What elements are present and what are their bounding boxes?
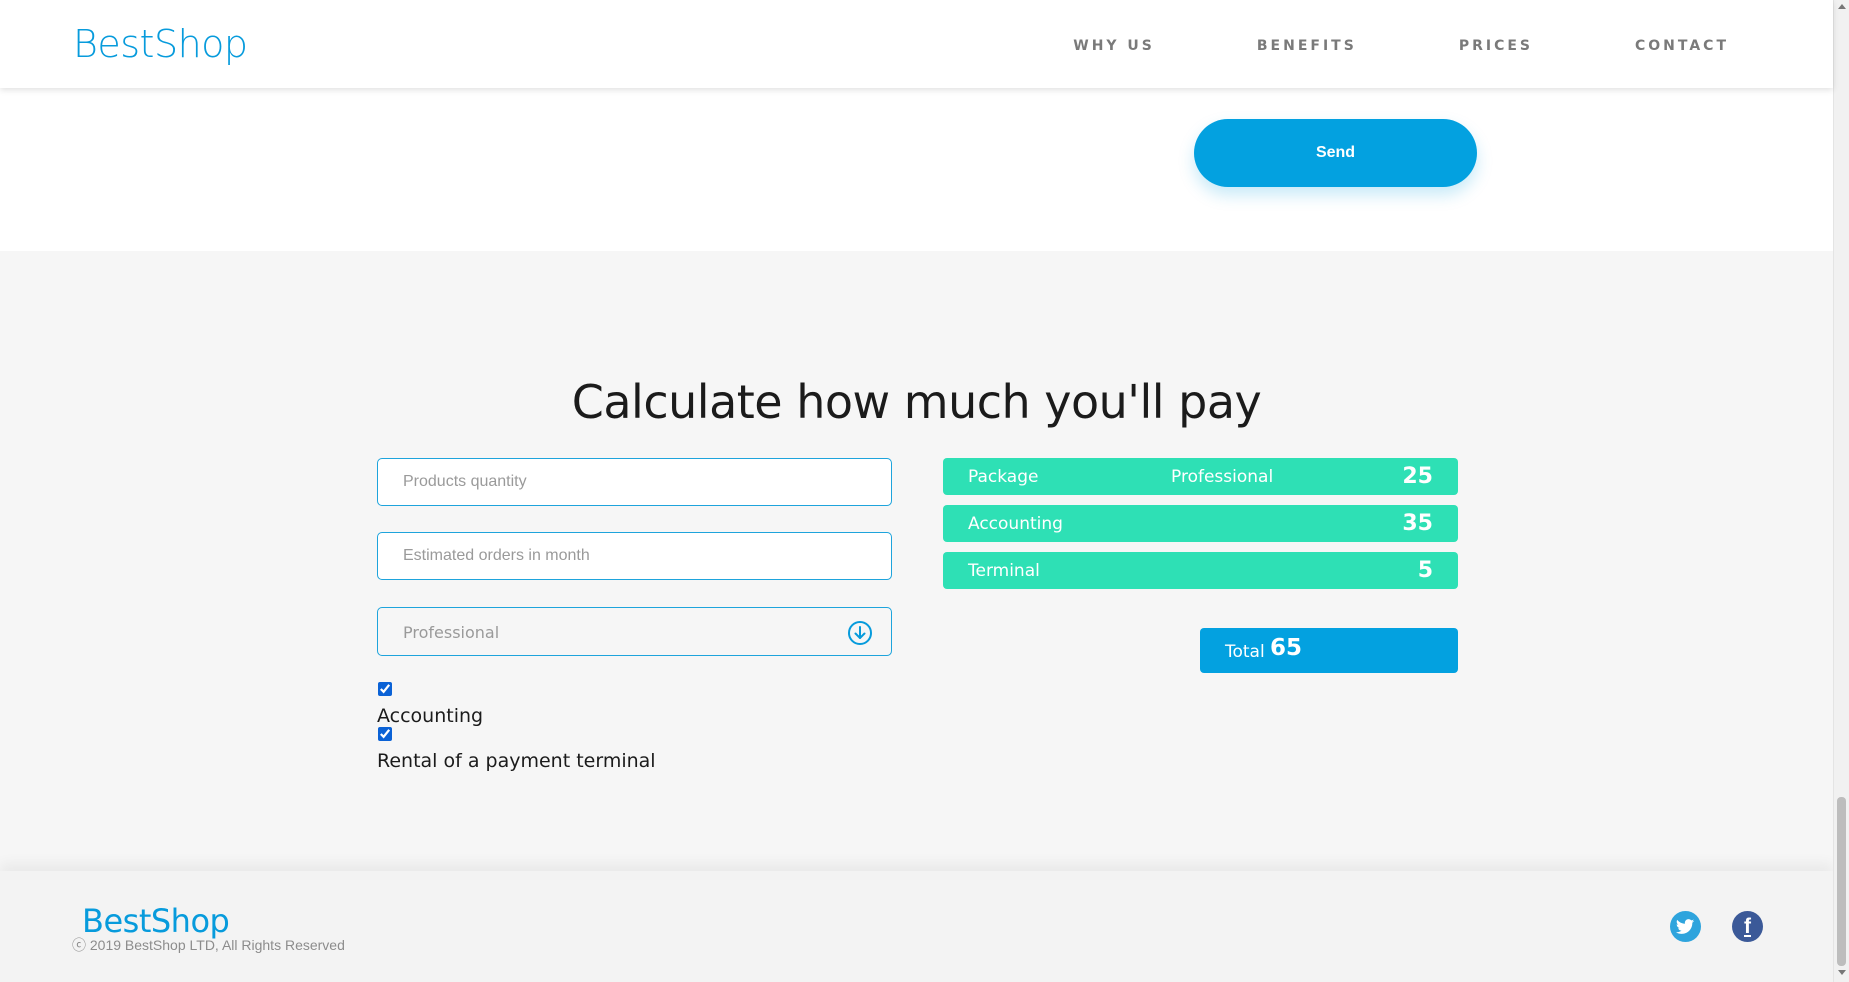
summary-accounting-name: Accounting (968, 514, 1063, 534)
summary-package-name: Package (968, 467, 1039, 487)
package-select-value: Professional (403, 623, 500, 642)
accounting-checkbox[interactable] (378, 682, 392, 696)
scrollbar-thumb[interactable] (1837, 797, 1846, 966)
twitter-icon[interactable] (1670, 911, 1701, 942)
main-nav: WHY US BENEFITS PRICES CONTACT (1073, 38, 1729, 54)
summary-package-value: Professional (1171, 467, 1274, 487)
summary-terminal-price: 5 (1417, 558, 1433, 583)
summary-row-terminal: Terminal 5 (943, 552, 1458, 589)
nav-link-benefits[interactable]: BENEFITS (1257, 38, 1357, 54)
calculator-title: Calculate how much you'll pay (571, 374, 1262, 429)
products-quantity-input[interactable] (377, 458, 892, 506)
site-header: BestShop WHY US BENEFITS PRICES CONTACT (0, 0, 1833, 88)
accounting-checkbox-label[interactable]: Accounting (377, 705, 483, 727)
twitter-bird-icon (1676, 918, 1695, 934)
brand-logo[interactable]: BestShop (73, 22, 248, 66)
copyright-text: ⓒ 2019 BestShop LTD, All Rights Reserved (72, 937, 345, 953)
page: BestShop WHY US BENEFITS PRICES CONTACT … (0, 0, 1849, 982)
calculator-section: Calculate how much you'll pay Profession… (0, 251, 1833, 871)
summary-row-package: Package Professional 25 (943, 458, 1458, 495)
package-select[interactable]: Professional (377, 607, 892, 656)
summary-accounting-price: 35 (1402, 511, 1433, 536)
terminal-checkbox[interactable] (378, 727, 392, 741)
site-footer: BestShop ⓒ 2019 BestShop LTD, All Rights… (0, 871, 1833, 982)
summary-package-price: 25 (1402, 464, 1433, 489)
scroll-down-arrow-icon[interactable] (1838, 970, 1846, 975)
scroll-up-arrow-icon[interactable] (1838, 4, 1846, 9)
total-value: 65 (1270, 635, 1303, 661)
total-label: Total (1225, 642, 1265, 662)
summary-terminal-name: Terminal (968, 561, 1040, 581)
nav-link-contact[interactable]: CONTACT (1635, 38, 1729, 54)
nav-link-why-us[interactable]: WHY US (1073, 38, 1155, 54)
total-box: Total 65 (1200, 628, 1458, 673)
summary-row-accounting: Accounting 35 (943, 505, 1458, 542)
facebook-icon[interactable]: f (1732, 911, 1763, 942)
send-button[interactable]: Send (1194, 119, 1477, 187)
estimated-orders-input[interactable] (377, 532, 892, 580)
nav-link-prices[interactable]: PRICES (1459, 38, 1533, 54)
contact-form-section: Send (0, 88, 1833, 251)
vertical-scrollbar[interactable] (1833, 0, 1849, 982)
terminal-checkbox-label[interactable]: Rental of a payment terminal (377, 750, 656, 772)
arrow-down-circle-icon[interactable] (847, 620, 873, 646)
